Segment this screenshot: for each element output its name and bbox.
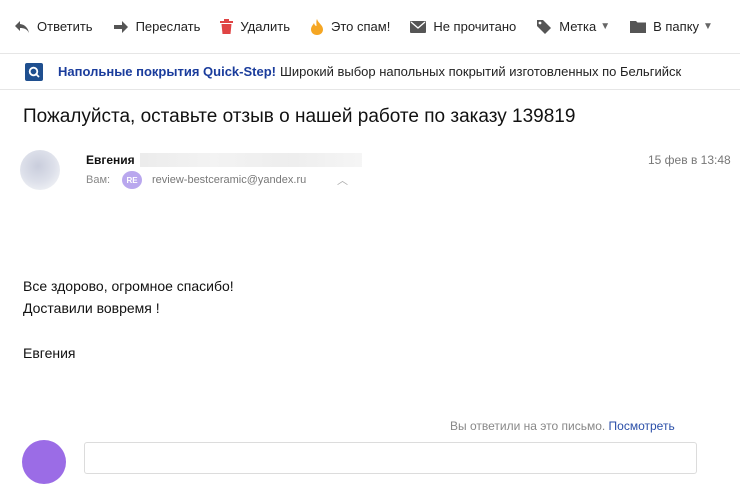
tag-icon [537, 19, 552, 34]
body-line: Все здорово, огромное спасибо! [23, 278, 234, 294]
sender-name[interactable]: Евгения [86, 153, 135, 167]
forward-label: Переслать [135, 19, 201, 34]
move-to-folder-dropdown[interactable]: В папку ▼ [630, 0, 713, 53]
forward-arrow-icon [113, 20, 128, 33]
chevron-down-icon: ▼ [600, 21, 611, 32]
ad-text: Широкий выбор напольных покрытий изготов… [280, 64, 682, 79]
folder-label: В папку [653, 19, 700, 34]
reply-label: Ответить [37, 19, 93, 34]
mark-unread-button[interactable]: Не прочитано [410, 0, 516, 53]
chevron-up-icon[interactable]: ︿ [337, 172, 348, 188]
recipient-email[interactable]: review-bestceramic@yandex.ru [152, 174, 306, 186]
chevron-down-icon: ▼ [703, 21, 713, 32]
quickstep-logo-icon [25, 62, 43, 81]
ad-banner[interactable]: Напольные покрытия Quick-Step! Широкий в… [0, 54, 740, 90]
message-date: 15 фев в 13:48 [648, 153, 731, 167]
unread-label: Не прочитано [433, 19, 517, 34]
recipient-label: Вам: [86, 174, 111, 186]
body-line: Доставили вовремя ! [23, 300, 160, 316]
body-signature: Евгения [23, 345, 76, 361]
delete-button[interactable]: Удалить [220, 0, 290, 53]
envelope-icon [410, 20, 427, 33]
trash-icon [220, 19, 234, 34]
spam-label: Это спам! [331, 19, 391, 34]
sender-avatar[interactable] [20, 150, 60, 190]
sender-email-redacted [140, 153, 362, 167]
forward-button[interactable]: Переслать [113, 0, 201, 53]
quick-reply-input[interactable] [84, 442, 697, 474]
message-toolbar: Ответить Переслать Удалить Это спам! Не … [0, 0, 740, 54]
spam-button[interactable]: Это спам! [310, 0, 390, 53]
user-avatar [22, 440, 66, 484]
reply-notice-text: Вы ответили на это письмо. [450, 419, 606, 433]
message-subject: Пожалуйста, оставьте отзыв о нашей работ… [23, 106, 576, 127]
reply-notice: Вы ответили на это письмо. Посмотреть [450, 419, 675, 433]
ad-title-link[interactable]: Напольные покрытия Quick-Step! [58, 64, 276, 79]
delete-label: Удалить [240, 19, 291, 34]
label-label: Метка [559, 19, 597, 34]
reply-icon [15, 20, 29, 33]
fire-icon [311, 18, 324, 35]
view-reply-link[interactable]: Посмотреть [609, 419, 675, 433]
label-dropdown[interactable]: Метка ▼ [536, 0, 610, 53]
folder-icon [630, 21, 647, 33]
reply-button[interactable]: Ответить [14, 0, 93, 53]
recipient-avatar: RE [122, 171, 142, 189]
